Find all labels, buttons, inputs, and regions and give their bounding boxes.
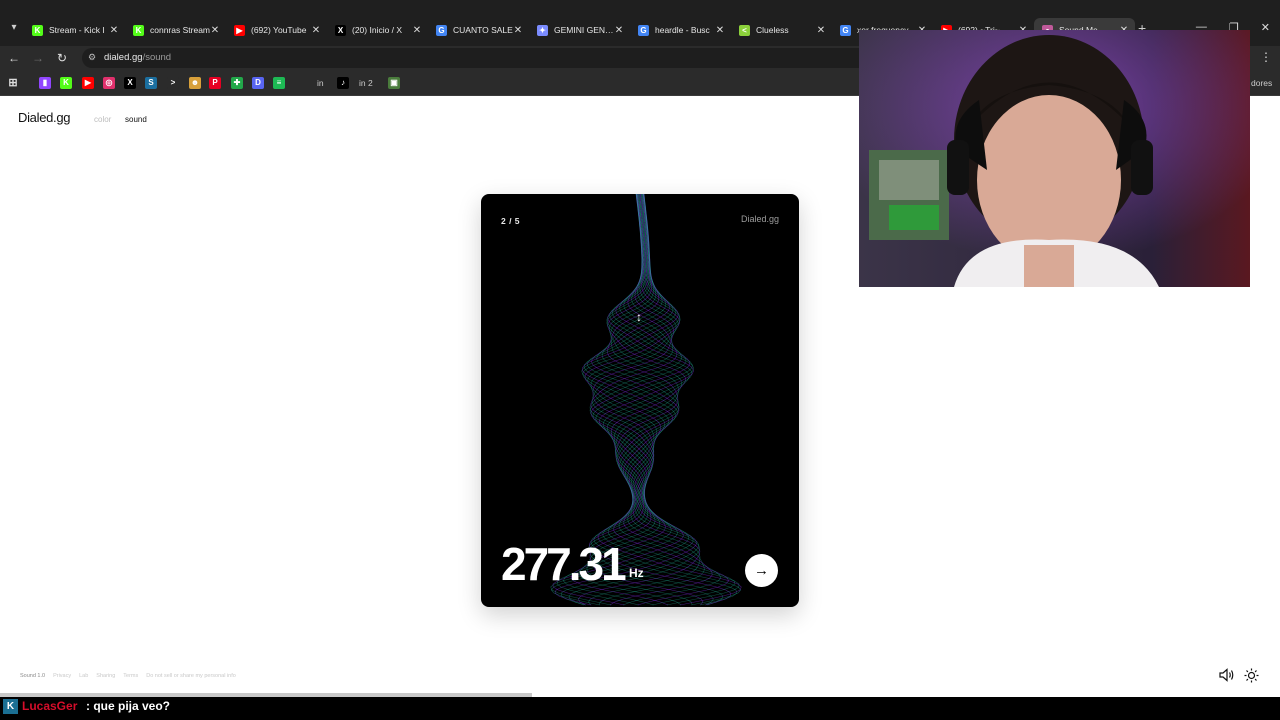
speaker-volume-icon[interactable] xyxy=(1219,668,1235,682)
nav-link-color[interactable]: color xyxy=(94,115,111,124)
tab-close-icon[interactable]: ✕ xyxy=(412,25,422,36)
tab-title: Clueless xyxy=(756,25,789,35)
tab-search-icon[interactable]: ▾ xyxy=(6,20,22,36)
tab-title: Stream - Kick I xyxy=(49,25,105,35)
google-icon: G xyxy=(436,24,447,36)
tab-title: CUANTO SALE xyxy=(453,25,513,35)
other-bookmarks-label[interactable]: dores xyxy=(1251,78,1272,88)
site-logo[interactable]: Dialed.gg xyxy=(18,110,71,125)
window-close-icon[interactable]: ✕ xyxy=(1261,21,1270,34)
tab-close-icon[interactable]: ✕ xyxy=(715,25,725,36)
sound-game-card: 2 / 5 Dialed.gg ↕ 277.31 Hz → xyxy=(481,194,799,607)
x-icon: X xyxy=(335,24,346,36)
bookmark-label-in-2[interactable]: in 2 xyxy=(359,78,373,88)
back-icon[interactable]: ← xyxy=(6,50,22,66)
discord-icon[interactable]: D xyxy=(252,77,264,89)
nav-link-sound[interactable]: sound xyxy=(125,115,147,124)
reload-icon[interactable]: ↻ xyxy=(54,50,70,66)
chat-message: : que pija veo? xyxy=(86,699,171,713)
prompt-icon[interactable]: > xyxy=(167,77,179,89)
tab-close-icon[interactable]: ✕ xyxy=(614,25,624,36)
instagram-icon[interactable]: ◎ xyxy=(103,77,115,89)
tab-close-icon[interactable]: ✕ xyxy=(311,25,321,36)
google-icon: G xyxy=(638,24,649,36)
kick-chat-badge-icon: K xyxy=(3,699,18,714)
bookmark-label-in[interactable]: in xyxy=(317,78,324,88)
pinterest-icon[interactable]: P xyxy=(209,77,221,89)
kick-icon[interactable]: K xyxy=(60,77,72,89)
browser-menu-icon[interactable]: ⋮ xyxy=(1260,50,1272,64)
browser-tab[interactable]: X (20) Inicio / X ✕ xyxy=(327,18,428,42)
tab-title: (20) Inicio / X xyxy=(352,25,403,35)
url-host: dialed.gg xyxy=(104,52,143,63)
browser-tab[interactable]: K Stream - Kick I ✕ xyxy=(24,18,125,42)
footer-link[interactable]: Privacy xyxy=(53,673,71,679)
apps-grid-icon[interactable]: ⊞ xyxy=(7,77,19,89)
forward-icon[interactable]: → xyxy=(30,50,46,66)
tab-title: connras Stream xyxy=(150,25,210,35)
frequency-value: 277.31 xyxy=(501,538,627,590)
round-counter: 2 / 5 xyxy=(501,216,521,226)
gemini-icon: ✦ xyxy=(537,24,548,36)
kick-icon: K xyxy=(32,24,43,36)
youtube-icon[interactable]: ▶ xyxy=(82,77,94,89)
x-icon[interactable]: X xyxy=(124,77,136,89)
footer-link[interactable]: Lab xyxy=(79,673,88,679)
streamer-webcam-overlay xyxy=(859,30,1250,287)
tab-close-icon[interactable]: ✕ xyxy=(513,25,523,36)
xbox-icon[interactable]: ✚ xyxy=(231,77,243,89)
steam-icon[interactable]: S xyxy=(145,77,157,89)
extension-icon[interactable]: ▣ xyxy=(388,77,400,89)
browser-tab[interactable]: ▶ (692) YouTube ✕ xyxy=(226,18,327,42)
kick-icon: K xyxy=(133,24,144,36)
browser-tab[interactable]: G CUANTO SALE ✕ xyxy=(428,18,529,42)
browser-tab[interactable]: Gheardle - Busc ✕ xyxy=(630,18,731,42)
site-settings-icon[interactable]: ⚙ xyxy=(88,52,100,64)
tab-close-icon[interactable]: ✕ xyxy=(210,25,220,36)
twitch-icon[interactable]: ▮ xyxy=(39,77,51,89)
footer-link[interactable]: Sound 1.0 xyxy=(20,673,45,679)
next-button[interactable]: → xyxy=(745,554,778,587)
webcam-image xyxy=(859,30,1250,287)
stream-chat-overlay: K LucasGer : que pija veo? xyxy=(0,697,1280,720)
url-path: /sound xyxy=(142,52,172,63)
tab-close-icon[interactable]: ✕ xyxy=(109,25,119,36)
browser-tab[interactable]: ✦ GEMINI GENER ✕ xyxy=(529,18,630,42)
spotify-icon[interactable]: ≡ xyxy=(273,77,285,89)
tiktok-icon[interactable]: ♪ xyxy=(337,77,349,89)
footer-link[interactable]: Do not sell or share my personal info xyxy=(146,673,236,679)
footer-link[interactable]: Terms xyxy=(123,673,138,679)
arrow-right-icon: → xyxy=(754,562,769,579)
tab-title: (692) YouTube xyxy=(251,25,307,35)
youtube-icon: ▶ xyxy=(234,24,245,36)
tab-title: heardle - Busc xyxy=(655,25,710,35)
page-footer: Sound 1.0 Privacy Lab Sharing Terms Do not se… xyxy=(20,673,236,679)
theme-sun-icon[interactable] xyxy=(1244,668,1259,683)
clueless-icon: < xyxy=(739,24,750,36)
browser-tab[interactable]: Kconnras Stream ✕ xyxy=(125,18,226,42)
tab-close-icon[interactable]: ✕ xyxy=(816,25,826,36)
browser-tab[interactable]: < Clueless ✕ xyxy=(731,18,832,42)
chat-username: LucasGer xyxy=(22,699,78,713)
resize-cursor-icon: ↕ xyxy=(636,310,642,324)
url-text: dialed.gg/sound xyxy=(104,52,171,63)
bot-icon[interactable]: ☻ xyxy=(189,77,201,89)
footer-link[interactable]: Sharing xyxy=(96,673,115,679)
google-icon: G xyxy=(840,24,851,36)
tab-title: GEMINI GENER xyxy=(554,25,614,35)
frequency-unit: Hz xyxy=(629,566,644,580)
card-brand: Dialed.gg xyxy=(740,214,779,224)
